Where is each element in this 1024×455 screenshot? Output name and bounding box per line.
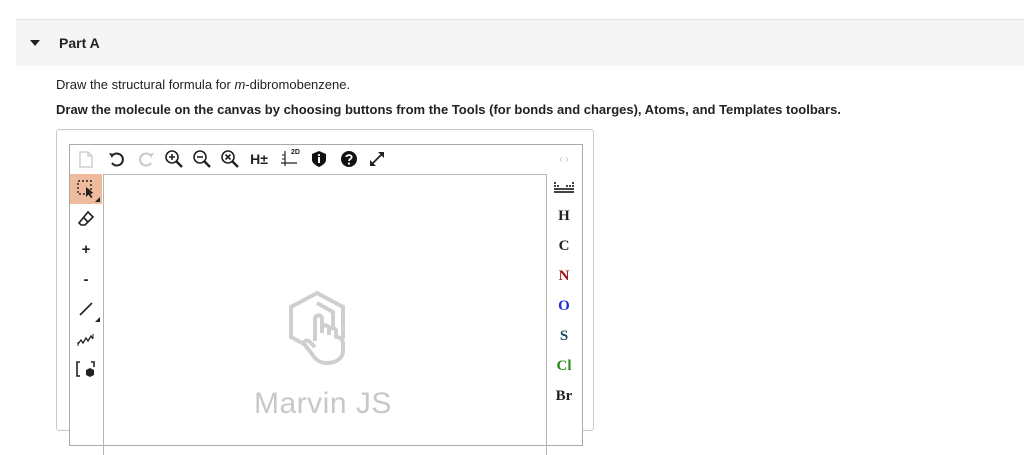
chain-tool-button[interactable]: [70, 324, 102, 354]
new-document-button[interactable]: [70, 147, 102, 171]
zoom-in-icon: [165, 150, 183, 168]
atom-symbol: Cl: [556, 357, 572, 374]
instruction-prefix: Draw the structural formula for: [56, 77, 235, 92]
zoom-out-button[interactable]: [188, 147, 216, 171]
undo-button[interactable]: [102, 147, 132, 171]
zoom-in-button[interactable]: [160, 147, 188, 171]
instruction-line-2: Draw the molecule on the canvas by choos…: [56, 102, 841, 117]
redo-icon: [139, 152, 154, 167]
help-button[interactable]: [334, 147, 364, 171]
undo-icon: [109, 152, 124, 167]
help-icon: [341, 151, 357, 167]
periodic-table-button[interactable]: [546, 173, 582, 201]
submenu-indicator: [95, 317, 100, 322]
part-title: Part A: [59, 35, 100, 51]
atom-button-h[interactable]: H: [546, 201, 582, 231]
info-icon: [312, 151, 326, 167]
marvin-editor-frame: H± 2D + - Marvin JS ‹ › H C N O S Cl Br: [56, 129, 594, 455]
instruction-compound: -dibromobenzene.: [245, 77, 351, 92]
bracket-tool-button[interactable]: [70, 354, 102, 384]
atom-symbol: H: [558, 207, 570, 224]
part-a-header[interactable]: Part A: [16, 20, 1024, 66]
erase-tool-button[interactable]: [70, 204, 102, 234]
redo-button[interactable]: [132, 147, 160, 171]
single-bond-button[interactable]: [70, 294, 102, 324]
zoom-out-icon: [193, 150, 211, 168]
fullscreen-icon: [370, 152, 384, 166]
atom-symbol: Br: [555, 387, 573, 404]
instruction-line-1: Draw the structural formula for m-dibrom…: [56, 77, 350, 92]
submenu-indicator: [95, 197, 100, 202]
atom-symbol: N: [558, 267, 570, 284]
drawing-canvas[interactable]: Marvin JS: [103, 174, 547, 455]
decrease-charge-button[interactable]: -: [70, 264, 102, 294]
atoms-toolbar: ‹ › H C N O S Cl Br: [546, 145, 582, 411]
tools-toolbar: + -: [70, 174, 102, 384]
toolbar-scroll-arrows[interactable]: ‹ ›: [546, 145, 582, 173]
top-toolbar: H± 2D: [70, 145, 582, 173]
selection-icon: [77, 180, 94, 198]
zoom-reset-button[interactable]: [216, 147, 244, 171]
atom-button-cl[interactable]: Cl: [546, 351, 582, 381]
atom-button-c[interactable]: C: [546, 231, 582, 261]
instruction-italic-prefix: m: [234, 77, 246, 92]
atom-symbol: O: [558, 297, 570, 314]
atom-button-br[interactable]: Br: [546, 381, 582, 411]
chain-icon: [77, 334, 94, 346]
atom-button-s[interactable]: S: [546, 321, 582, 351]
atom-button-o[interactable]: O: [546, 291, 582, 321]
marvin-editor: H± 2D + - Marvin JS ‹ › H C N O S Cl Br: [69, 144, 583, 455]
zoom-reset-icon: [221, 150, 239, 168]
document-icon: [79, 150, 93, 168]
atom-symbol: C: [558, 237, 570, 254]
marvin-watermark-text: Marvin JS: [254, 387, 392, 420]
atom-symbol: S: [559, 327, 569, 344]
fullscreen-button[interactable]: [364, 147, 390, 171]
single-bond-icon: [79, 302, 93, 316]
periodic-table-icon: [554, 182, 574, 193]
collapse-caret-icon[interactable]: [30, 40, 40, 46]
increase-charge-button[interactable]: +: [70, 234, 102, 264]
minus-charge-label: -: [83, 270, 89, 288]
atom-button-n[interactable]: N: [546, 261, 582, 291]
clean-2d-button[interactable]: 2D: [274, 147, 304, 171]
select-tool-button[interactable]: [70, 174, 102, 204]
clean-2d-label: 2D: [291, 149, 300, 156]
bracket-icon: [76, 361, 95, 377]
marvin-logo-icon: [289, 290, 345, 365]
plus-charge-label: +: [81, 240, 91, 258]
hydrogen-toggle-button[interactable]: H±: [244, 147, 274, 171]
eraser-icon: [77, 210, 95, 226]
info-button[interactable]: [304, 147, 334, 171]
